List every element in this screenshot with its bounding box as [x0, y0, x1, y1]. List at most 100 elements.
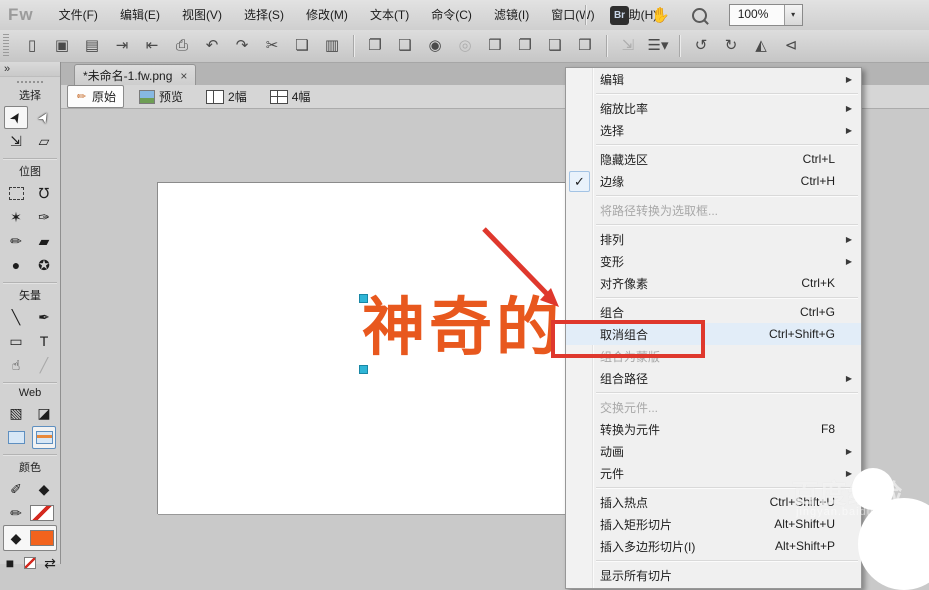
view-tab[interactable]: 4幅	[262, 85, 319, 108]
pointer-tool[interactable]: ➤	[4, 106, 28, 129]
document-tab[interactable]: *未命名-1.fw.png ×	[74, 64, 196, 86]
line-tool[interactable]: ╲	[4, 306, 28, 329]
context-menu-item[interactable]: ✓ 对齐像素 Ctrl+K ▶	[566, 272, 861, 294]
marquee-tool[interactable]	[4, 182, 28, 205]
split-icon[interactable]: ❑	[392, 34, 418, 58]
flip-horizontal-icon[interactable]: ◭	[748, 34, 774, 58]
pencil-tool[interactable]: ✏	[4, 230, 28, 253]
slice-tool[interactable]: ◪	[32, 402, 56, 425]
rectangle-tool[interactable]: ▭	[4, 330, 28, 353]
context-menu-item[interactable]: ✓ 排列 ▶	[566, 228, 861, 250]
view-tab[interactable]: 2幅	[198, 85, 255, 108]
union-icon[interactable]: ❐	[362, 34, 388, 58]
lasso-tool[interactable]: ℧	[32, 182, 56, 205]
redo-icon[interactable]: ↷	[229, 34, 255, 58]
eraser-tool[interactable]: ▰	[32, 230, 56, 253]
blur-tool[interactable]: ●	[4, 254, 28, 277]
stroke-color-swatch[interactable]	[30, 505, 54, 521]
context-menu-item[interactable]: ✓ 显示所有切片 ▶	[566, 564, 861, 586]
default-colors-icon[interactable]: ■	[0, 555, 20, 571]
context-menu-item[interactable]: ✓ ▶	[566, 294, 861, 301]
subselection-tool[interactable]: ➤	[32, 106, 56, 129]
paint-bucket-tool[interactable]: ◆	[32, 478, 56, 501]
context-menu-item[interactable]: ✓ ▶	[566, 192, 861, 199]
context-menu-item[interactable]: ✓ 变形 ▶	[566, 250, 861, 272]
cut-icon[interactable]: ✂	[259, 34, 285, 58]
rotate-ccw-icon[interactable]: ↺	[688, 34, 714, 58]
rubber-stamp-tool[interactable]: ✪	[32, 254, 56, 277]
punch-icon[interactable]: ◎	[452, 34, 478, 58]
toolbar-grip[interactable]	[3, 34, 9, 58]
knife-tool[interactable]: ╱	[32, 354, 56, 377]
text-tool[interactable]: T	[32, 330, 56, 353]
zoom-level-dropdown[interactable]: 100% ▾	[729, 4, 803, 26]
import-icon[interactable]: ⇥	[109, 34, 135, 58]
context-menu-item[interactable]: ✓ ▶	[566, 557, 861, 564]
undo-icon[interactable]: ↶	[199, 34, 225, 58]
flip-vertical-icon[interactable]: ⊲	[778, 34, 804, 58]
brush-tool[interactable]: ✑	[32, 206, 56, 229]
fill-color-swatch[interactable]	[30, 530, 54, 546]
context-menu-item[interactable]: ✓ 缩放比率 ▶	[566, 97, 861, 119]
context-menu-item[interactable]: ✓ ▶	[566, 90, 861, 97]
canvas-text-object[interactable]: 神奇的	[362, 294, 563, 363]
chevron-down-icon[interactable]: ▾	[784, 5, 802, 25]
bring-to-front-icon[interactable]: ❑	[542, 34, 568, 58]
panel-grip[interactable]	[17, 81, 43, 83]
open-icon[interactable]: ▤	[79, 34, 105, 58]
toolbar-icon[interactable]	[353, 35, 354, 57]
print-icon[interactable]: ⎙	[169, 34, 195, 58]
hide-slices-button[interactable]	[4, 426, 28, 449]
group-icon[interactable]: ❒	[482, 34, 508, 58]
pen-tool[interactable]: ✒	[32, 306, 56, 329]
close-icon[interactable]: ×	[180, 69, 187, 83]
save-icon[interactable]: ▣	[49, 34, 75, 58]
context-menu-item[interactable]: ✓ 转换为元件 F8 ▶	[566, 418, 861, 440]
context-menu-item[interactable]: ✓ 隐藏选区 Ctrl+L ▶	[566, 148, 861, 170]
context-menu-item[interactable]: ✓ ▶	[566, 389, 861, 396]
hotspot-tool[interactable]: ▧	[4, 402, 28, 425]
view-tab[interactable]: ✏ 原始	[67, 85, 124, 108]
context-menu-item[interactable]: ✓ 选择 ▶	[566, 119, 861, 141]
context-menu-item[interactable]: ✓ ▶	[566, 141, 861, 148]
zoom-search-icon[interactable]	[692, 8, 707, 23]
scale-tool[interactable]: ⇲	[4, 130, 28, 153]
menubar-item[interactable]: 修改(M)	[295, 1, 359, 30]
hand-tool-icon[interactable]: ✋	[651, 6, 670, 24]
view-tab[interactable]: 预览	[131, 85, 191, 108]
intersect-icon[interactable]: ◉	[422, 34, 448, 58]
magic-wand-tool[interactable]: ✶	[4, 206, 28, 229]
panel-collapse-icon[interactable]: »	[0, 62, 60, 77]
rotate-cw-icon[interactable]: ↻	[718, 34, 744, 58]
eyedropper-tool[interactable]: ✐	[4, 478, 28, 501]
menubar-item[interactable]: 文本(T)	[359, 1, 420, 30]
toolbar-icon[interactable]	[606, 35, 607, 57]
context-menu-item[interactable]: ✓ 交换元件... ▶	[566, 396, 861, 418]
ungroup-icon[interactable]: ❐	[512, 34, 538, 58]
menubar-item[interactable]: 选择(S)	[233, 1, 295, 30]
menubar-item[interactable]: 命令(C)	[420, 1, 483, 30]
context-menu-item[interactable]: ✓ 插入多边形切片(I) Alt+Shift+P ▶	[566, 535, 861, 557]
selection-handle[interactable]	[359, 365, 368, 374]
context-menu-item[interactable]: ✓ 动画 ▶	[566, 440, 861, 462]
selection-handle[interactable]	[359, 294, 368, 303]
no-color-icon[interactable]	[24, 557, 36, 569]
menubar-item[interactable]: 滤镜(I)	[483, 1, 540, 30]
swap-colors-icon[interactable]: ⇄	[40, 555, 60, 572]
bridge-icon[interactable]: Br	[610, 6, 629, 25]
context-menu-item[interactable]: ✓ 编辑 ▶	[566, 68, 861, 90]
paste-icon[interactable]: ▥	[319, 34, 345, 58]
menubar-item[interactable]: 编辑(E)	[109, 1, 171, 30]
export-icon[interactable]: ⇤	[139, 34, 165, 58]
show-slices-button[interactable]	[32, 426, 56, 449]
toolbar-icon[interactable]	[679, 35, 680, 57]
context-menu-item[interactable]: ✓ 组合路径 ▶	[566, 367, 861, 389]
context-menu-item[interactable]: ✓ 将路径转换为选取框... ▶	[566, 199, 861, 221]
context-menu-item[interactable]: ✓ ▶	[566, 221, 861, 228]
freeform-tool[interactable]: ☝	[4, 354, 28, 377]
align-dropdown-icon[interactable]: ☰▾	[645, 34, 671, 58]
menubar-item[interactable]: 文件(F)	[48, 1, 109, 30]
stroke-pencil-icon[interactable]: ✏	[6, 505, 26, 522]
copy-icon[interactable]: ❏	[289, 34, 315, 58]
new-document-icon[interactable]: ▯	[19, 34, 45, 58]
